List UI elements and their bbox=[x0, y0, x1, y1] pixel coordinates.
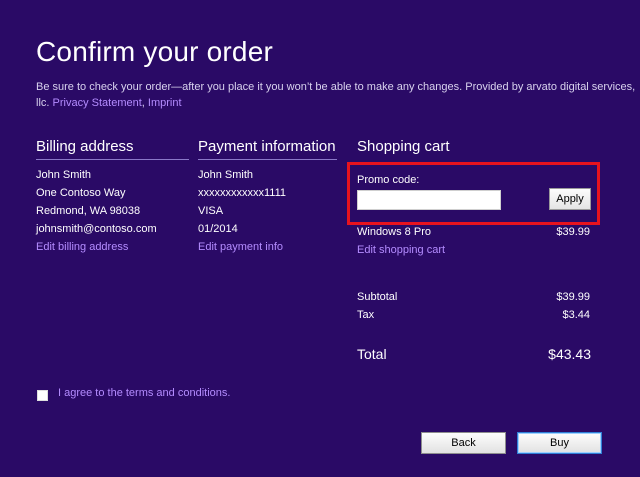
cart-item-price: $39.99 bbox=[556, 226, 590, 238]
privacy-statement-link[interactable]: Privacy Statement bbox=[53, 97, 142, 109]
billing-city: Redmond, WA 98038 bbox=[36, 205, 141, 217]
billing-email: johnsmith@contoso.com bbox=[36, 223, 157, 235]
payment-name: John Smith bbox=[198, 169, 254, 181]
cart-item-name: Windows 8 Pro bbox=[357, 226, 431, 238]
edit-shopping-cart-link[interactable]: Edit shopping cart bbox=[357, 241, 445, 259]
apply-promo-button[interactable]: Apply bbox=[549, 188, 591, 210]
buy-button[interactable]: Buy bbox=[517, 432, 602, 454]
tax-value: $3.44 bbox=[562, 309, 590, 321]
total-label: Total bbox=[357, 346, 387, 362]
payment-card-number: xxxxxxxxxxxx1111 bbox=[198, 187, 287, 199]
imprint-link[interactable]: Imprint bbox=[148, 97, 182, 109]
terms-and-conditions-link[interactable]: I agree to the terms and conditions. bbox=[58, 384, 230, 402]
payment-card-type: VISA bbox=[198, 205, 224, 217]
order-disclaimer: Be sure to check your order—after you pl… bbox=[36, 79, 636, 111]
billing-address-heading: Billing address bbox=[36, 138, 134, 155]
edit-payment-info-link[interactable]: Edit payment info bbox=[198, 238, 283, 256]
page-title: Confirm your order bbox=[36, 36, 274, 67]
payment-information-heading: Payment information bbox=[198, 138, 336, 155]
subtotal-label: Subtotal bbox=[357, 291, 398, 303]
edit-billing-address-link[interactable]: Edit billing address bbox=[36, 238, 128, 256]
payment-divider bbox=[198, 159, 337, 160]
terms-checkbox[interactable] bbox=[37, 390, 48, 401]
billing-street: One Contoso Way bbox=[36, 187, 126, 199]
back-button[interactable]: Back bbox=[421, 432, 506, 454]
tax-label: Tax bbox=[357, 309, 375, 321]
promo-code-label: Promo code: bbox=[357, 174, 420, 186]
subtotal-value: $39.99 bbox=[556, 291, 590, 303]
payment-expiry: 01/2014 bbox=[198, 223, 238, 235]
total-value: $43.43 bbox=[548, 346, 591, 362]
billing-divider bbox=[36, 159, 189, 160]
link-separator: , bbox=[141, 97, 145, 109]
shopping-cart-heading: Shopping cart bbox=[357, 138, 450, 155]
promo-code-input[interactable] bbox=[357, 190, 501, 210]
billing-name: John Smith bbox=[36, 169, 92, 181]
